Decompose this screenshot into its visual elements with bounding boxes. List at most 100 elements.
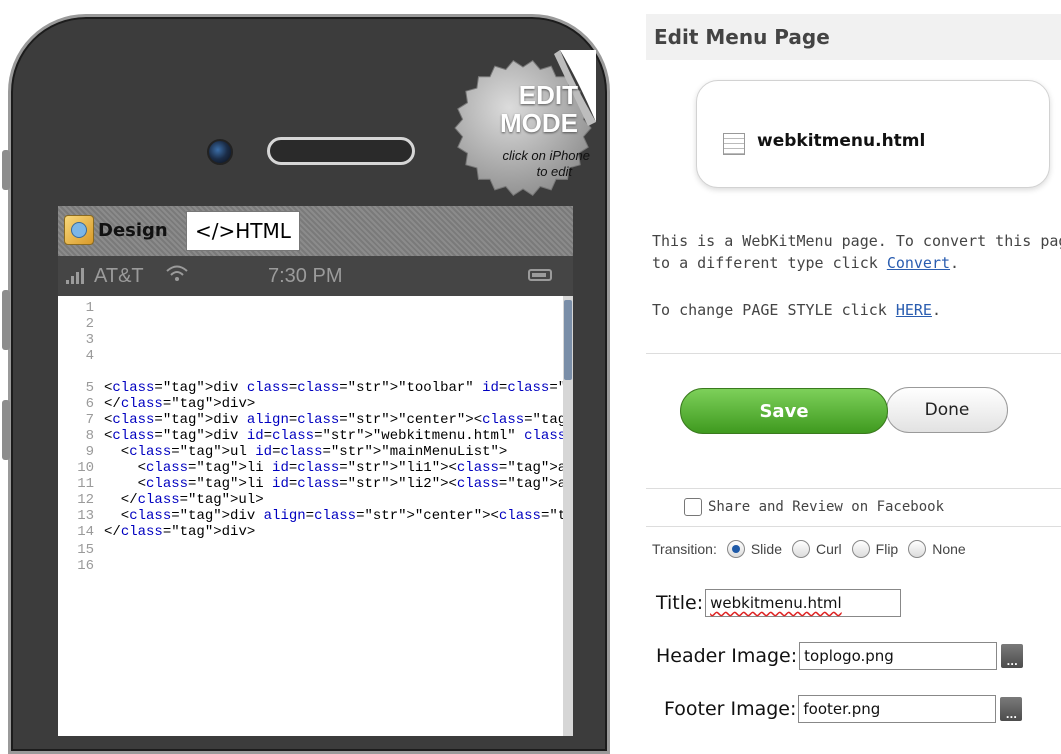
footer-image-input[interactable]: footer.png [798, 695, 997, 723]
header-image-label: Header Image: [656, 645, 798, 667]
code-text[interactable]: <class="tag">div class=class="str">"tool… [104, 380, 563, 396]
code-line[interactable]: 15 [58, 542, 104, 558]
description-text: to a different type click [652, 254, 887, 272]
divider [646, 526, 1061, 527]
page-file-card: webkitmenu.html [696, 80, 1050, 188]
code-line[interactable]: 2 [58, 316, 104, 332]
description-text: This is a WebKitMenu page. To convert th… [652, 232, 1061, 250]
html-code-editor[interactable]: 1 2 3 4 5 <class="tag">div class=class="str">… [58, 296, 563, 736]
transition-option-curl[interactable]: Curl [816, 541, 842, 557]
code-line[interactable]: 3 [58, 332, 104, 348]
line-number: 4 [85, 348, 94, 364]
status-time: 7:30 PM [268, 265, 343, 287]
page-type-description: This is a WebKitMenu page. To convert th… [652, 230, 1061, 274]
title-label: Title: [656, 592, 704, 614]
code-line[interactable]: 13 <class="tag">div align=class="str">"c… [58, 508, 563, 524]
editor-tab-bar: Design </>HTML [58, 206, 573, 256]
camera-icon [207, 139, 233, 165]
line-number: 10 [77, 460, 94, 476]
line-number: 16 [77, 558, 94, 574]
code-text[interactable]: <class="tag">div align=class="str">"cent… [104, 412, 563, 428]
scrollbar-thumb[interactable] [564, 300, 572, 380]
code-line[interactable]: 8 <class="tag">div id=class="str">"webkit… [58, 428, 563, 444]
page-style-description: To change PAGE STYLE click HERE. [652, 301, 941, 319]
line-number: 8 [85, 428, 94, 444]
line-number: 12 [77, 492, 94, 508]
edit-mode-badge[interactable]: EDIT MODE click on iPhone to edit [448, 40, 598, 200]
tab-design[interactable]: Design [64, 211, 168, 249]
code-line[interactable]: 5 <class="tag">div class=class="str">"too… [58, 380, 563, 396]
line-number: 2 [85, 316, 94, 332]
footer-image-label: Footer Image: [664, 698, 797, 720]
tab-html[interactable]: </>HTML [186, 211, 300, 251]
description-text: . [950, 254, 960, 272]
code-line[interactable]: 4 [58, 348, 104, 364]
badge-edit-label: EDIT [518, 80, 578, 110]
line-number: 1 [85, 300, 94, 316]
badge-hint-line2: to edit [536, 164, 572, 179]
facebook-share-option[interactable]: Share and Review on Facebook [684, 498, 944, 516]
wifi-icon [166, 264, 188, 290]
code-line[interactable]: 7 <class="tag">div align=class="str">"cen… [58, 412, 563, 428]
line-number: 15 [77, 542, 94, 558]
panel-title: Edit Menu Page [646, 14, 1061, 60]
line-number: 7 [85, 412, 94, 428]
battery-icon [528, 269, 552, 281]
code-text[interactable]: </class="tag">ul> [104, 492, 264, 508]
line-number: 6 [85, 396, 94, 412]
convert-link[interactable]: Convert [887, 254, 950, 272]
volume-button [2, 290, 10, 350]
transition-option-slide[interactable]: Slide [751, 541, 782, 557]
save-button[interactable]: Save [680, 388, 888, 434]
code-text[interactable]: </class="tag">div> [104, 396, 255, 412]
line-number: 3 [85, 332, 94, 348]
transition-option-none[interactable]: None [932, 541, 965, 557]
line-number: 13 [77, 508, 94, 524]
code-line[interactable]: 6 </class="tag">div> [58, 396, 256, 412]
transition-radio-none[interactable] [908, 540, 927, 558]
header-image-browse-button[interactable]: ... [1001, 644, 1024, 668]
editor-scrollbar[interactable] [563, 296, 573, 736]
header-image-row: Header Image: toplogo.png ... [656, 642, 1024, 670]
transition-radio-flip[interactable] [851, 540, 870, 558]
description-text: To change PAGE STYLE click [652, 301, 896, 319]
footer-image-browse-button[interactable]: ... [1000, 697, 1023, 721]
code-line[interactable]: 10 <class="tag">li id=class="str">"li1">… [58, 460, 563, 476]
done-button[interactable]: Done [886, 387, 1008, 433]
code-text[interactable]: <class="tag">li id=class="str">"li1"><cl… [104, 460, 563, 476]
transition-option-flip[interactable]: Flip [876, 541, 899, 557]
code-line[interactable]: 16 [58, 558, 104, 574]
code-line[interactable]: 11 <class="tag">li id=class="str">"li2">… [58, 476, 563, 492]
code-line[interactable]: 14 </class="tag">div> [58, 524, 255, 540]
title-input[interactable]: webkitmenu.html [705, 589, 902, 617]
facebook-share-checkbox[interactable] [684, 498, 702, 516]
design-icon [64, 215, 94, 245]
line-number: 11 [77, 476, 94, 492]
speaker-grille [267, 137, 415, 165]
transition-selector: Transition: Slide Curl Flip None [652, 540, 966, 558]
transition-radio-curl[interactable] [791, 540, 810, 558]
transition-radio-slide[interactable] [726, 540, 745, 558]
signal-icon [66, 266, 84, 284]
code-text[interactable]: <class="tag">li id=class="str">"li2"><cl… [104, 476, 563, 492]
code-line[interactable]: 1 [58, 300, 104, 316]
header-image-input[interactable]: toplogo.png [799, 642, 998, 670]
code-line[interactable]: 9 <class="tag">ul id=class="str">"mainMe… [58, 444, 508, 460]
facebook-share-label: Share and Review on Facebook [708, 499, 945, 515]
description-text: . [931, 301, 941, 319]
code-text[interactable]: <class="tag">div align=class="str">"cent… [104, 508, 563, 524]
badge-hint-line1: click on iPhone [502, 148, 590, 163]
code-text[interactable]: </class="tag">div> [104, 524, 255, 540]
title-field-row: Title: webkitmenu.html [656, 589, 902, 617]
badge-mode-label: MODE [500, 108, 578, 138]
page-style-link[interactable]: HERE [896, 301, 932, 319]
volume-button [2, 150, 10, 190]
tab-design-label: Design [98, 219, 168, 241]
line-number: 5 [85, 380, 94, 396]
page-file-name: webkitmenu.html [757, 131, 926, 151]
code-text[interactable]: <class="tag">ul id=class="str">"mainMenu… [104, 444, 508, 460]
volume-button [2, 400, 10, 460]
divider [646, 488, 1061, 489]
code-line[interactable]: 12 </class="tag">ul> [58, 492, 264, 508]
code-text[interactable]: <class="tag">div id=class="str">"webkitm… [104, 428, 563, 444]
